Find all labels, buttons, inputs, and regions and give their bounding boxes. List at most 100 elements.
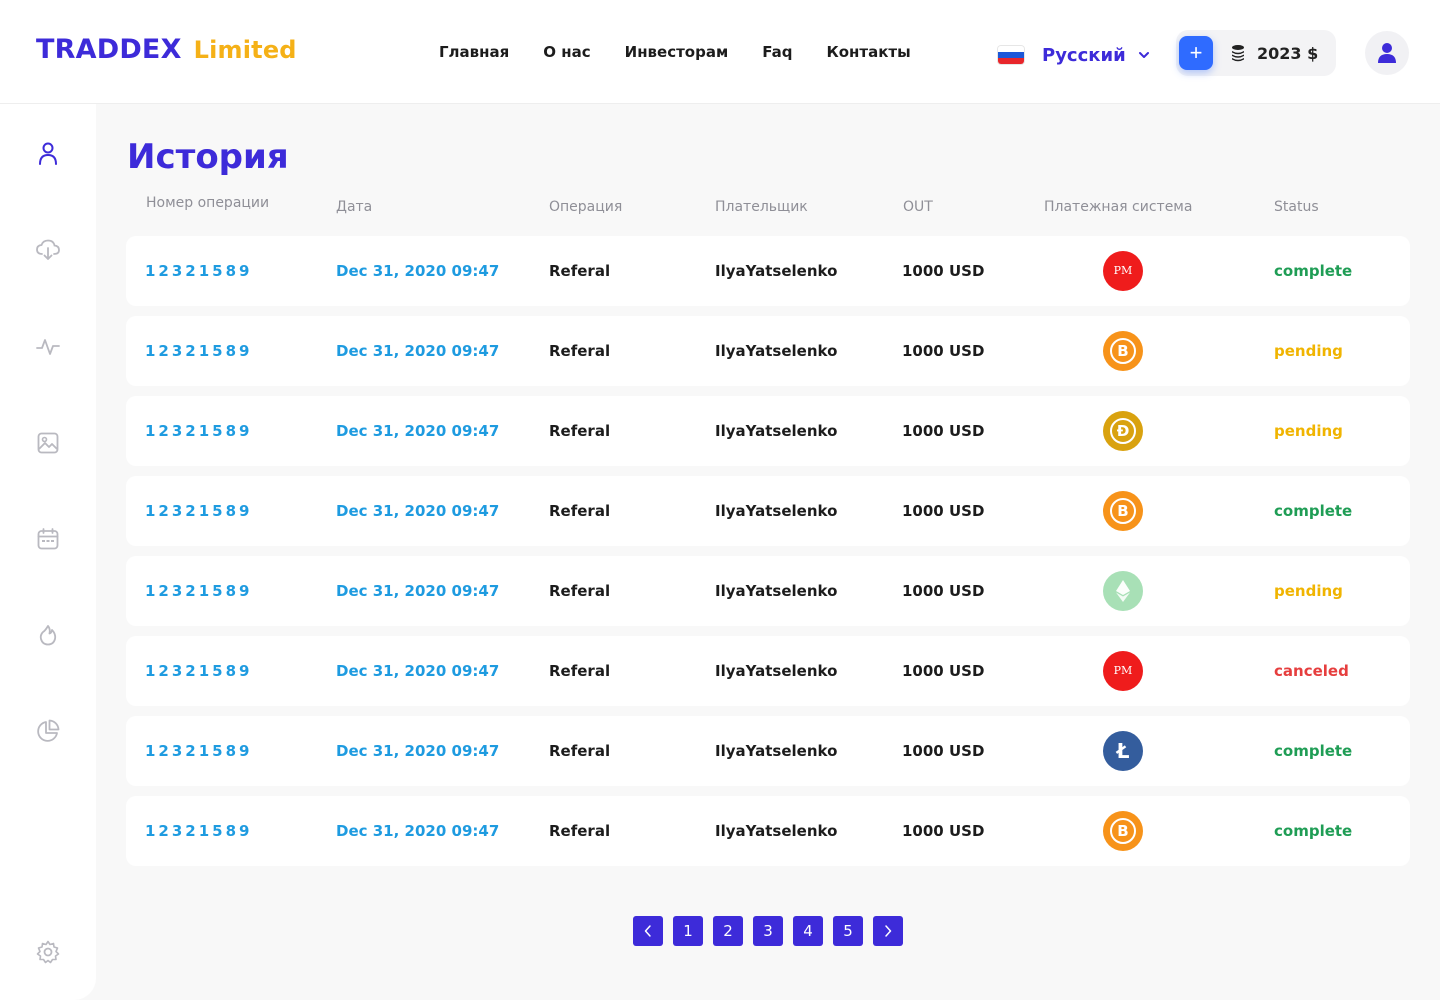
table-row[interactable]: 12321589 Dec 31, 2020 09:47 Referal IlyaYat… xyxy=(126,316,1410,386)
cloud-download-icon[interactable] xyxy=(36,238,60,262)
page-button-1[interactable]: 1 xyxy=(673,916,703,946)
col-payment-system: Платежная система xyxy=(1044,199,1193,215)
payment-label: PM xyxy=(1113,264,1133,277)
balance-widget: + 2023 $ xyxy=(1176,30,1336,76)
language-label: Русский xyxy=(1042,44,1126,66)
activity-icon[interactable] xyxy=(36,335,60,359)
col-date: Дата xyxy=(336,199,373,215)
page-button-4[interactable]: 4 xyxy=(793,916,823,946)
coins-icon xyxy=(1232,45,1244,62)
page-button-2[interactable]: 2 xyxy=(713,916,743,946)
table-row[interactable]: 12321589 Dec 31, 2020 09:47 Referal IlyaYat… xyxy=(126,796,1410,866)
nav-home[interactable]: Главная xyxy=(439,43,509,61)
payment-label: PM xyxy=(1113,664,1133,677)
operation-type: Referal xyxy=(549,342,611,360)
prev-page-button[interactable] xyxy=(633,916,663,946)
history-table: 12321589 Dec 31, 2020 09:47 Referal IlyaYat… xyxy=(126,236,1410,876)
operation-type: Referal xyxy=(549,422,611,440)
operation-date[interactable]: Dec 31, 2020 09:47 xyxy=(336,796,499,866)
payment-system-cell: B xyxy=(1103,491,1143,531)
operation-number[interactable]: 12321589 xyxy=(145,796,253,866)
operation-date[interactable]: Dec 31, 2020 09:47 xyxy=(336,556,499,626)
payment-label: B xyxy=(1117,822,1129,840)
out-amount: 1000 USD xyxy=(902,742,985,760)
table-row[interactable]: 12321589 Dec 31, 2020 09:47 Referal IlyaYat… xyxy=(126,556,1410,626)
fire-icon[interactable] xyxy=(36,623,60,647)
operation-number[interactable]: 12321589 xyxy=(145,556,253,626)
payment-system-cell: Đ xyxy=(1103,411,1143,451)
balance-value: 2023 $ xyxy=(1257,43,1319,63)
user-icon xyxy=(1378,43,1396,63)
logo-brand: TRADDEX xyxy=(36,34,182,65)
operation-number[interactable]: 12321589 xyxy=(145,636,253,706)
payment-system-cell: PM xyxy=(1103,651,1143,691)
payment-system-cell: Ł xyxy=(1103,731,1143,771)
table-row[interactable]: 12321589 Dec 31, 2020 09:47 Referal IlyaYat… xyxy=(126,476,1410,546)
out-amount: 1000 USD xyxy=(902,262,985,280)
payment-label: B xyxy=(1117,502,1129,520)
payer-name: IlyaYatselenko xyxy=(715,422,838,440)
table-row[interactable]: 12321589 Dec 31, 2020 09:47 Referal IlyaYat… xyxy=(126,236,1410,306)
payment-label: B xyxy=(1117,342,1129,360)
operation-type: Referal xyxy=(549,662,611,680)
payer-name: IlyaYatselenko xyxy=(715,262,838,280)
operation-number[interactable]: 12321589 xyxy=(145,236,253,306)
operation-date[interactable]: Dec 31, 2020 09:47 xyxy=(336,476,499,546)
bitcoin-icon: B xyxy=(1103,331,1143,371)
col-payer: Плательщик xyxy=(715,199,808,215)
calendar-icon[interactable] xyxy=(36,527,60,551)
ethereum-icon xyxy=(1103,571,1143,611)
status-badge: complete xyxy=(1274,742,1353,760)
nav-investors[interactable]: Инвесторам xyxy=(625,43,729,61)
payment-label: Ł xyxy=(1116,739,1130,763)
operation-date[interactable]: Dec 31, 2020 09:47 xyxy=(336,396,499,466)
table-row[interactable]: 12321589 Dec 31, 2020 09:47 Referal IlyaYat… xyxy=(126,716,1410,786)
table-row[interactable]: 12321589 Dec 31, 2020 09:47 Referal IlyaYat… xyxy=(126,636,1410,706)
image-icon[interactable] xyxy=(36,431,60,455)
page-button-5[interactable]: 5 xyxy=(833,916,863,946)
next-page-button[interactable] xyxy=(873,916,903,946)
out-amount: 1000 USD xyxy=(902,342,985,360)
out-amount: 1000 USD xyxy=(902,582,985,600)
payer-name: IlyaYatselenko xyxy=(715,582,838,600)
page-button-3[interactable]: 3 xyxy=(753,916,783,946)
out-amount: 1000 USD xyxy=(902,502,985,520)
settings-icon[interactable] xyxy=(36,940,60,964)
nav-about[interactable]: О нас xyxy=(543,43,590,61)
litecoin-icon: Ł xyxy=(1103,731,1143,771)
operation-number[interactable]: 12321589 xyxy=(145,316,253,386)
table-row[interactable]: 12321589 Dec 31, 2020 09:47 Referal IlyaYat… xyxy=(126,396,1410,466)
user-avatar[interactable] xyxy=(1365,31,1409,75)
add-funds-button[interactable]: + xyxy=(1179,36,1213,70)
operation-number[interactable]: 12321589 xyxy=(145,476,253,546)
operation-date[interactable]: Dec 31, 2020 09:47 xyxy=(336,636,499,706)
out-amount: 1000 USD xyxy=(902,422,985,440)
payer-name: IlyaYatselenko xyxy=(715,342,838,360)
status-badge: canceled xyxy=(1274,662,1349,680)
sidebar xyxy=(0,104,96,1000)
operation-number[interactable]: 12321589 xyxy=(145,396,253,466)
operation-date[interactable]: Dec 31, 2020 09:47 xyxy=(336,316,499,386)
operation-date[interactable]: Dec 31, 2020 09:47 xyxy=(336,716,499,786)
page-title: История xyxy=(127,137,289,177)
payment-system-cell: PM xyxy=(1103,251,1143,291)
operation-number[interactable]: 12321589 xyxy=(145,716,253,786)
out-amount: 1000 USD xyxy=(902,822,985,840)
status-badge: complete xyxy=(1274,502,1353,520)
operation-type: Referal xyxy=(549,822,611,840)
out-amount: 1000 USD xyxy=(902,662,985,680)
col-status: Status xyxy=(1274,199,1319,215)
language-select[interactable]: Русский xyxy=(998,40,1150,70)
payer-name: IlyaYatselenko xyxy=(715,662,838,680)
operation-date[interactable]: Dec 31, 2020 09:47 xyxy=(336,236,499,306)
logo[interactable]: TRADDEX Limited xyxy=(36,34,297,65)
pagination: 1 2 3 4 5 xyxy=(633,916,903,946)
nav-contacts[interactable]: Контакты xyxy=(826,43,910,61)
chevron-right-icon xyxy=(885,925,892,937)
profile-icon[interactable] xyxy=(36,142,60,166)
nav-faq[interactable]: Faq xyxy=(762,43,792,61)
operation-type: Referal xyxy=(549,262,611,280)
russia-flag-icon xyxy=(998,46,1024,64)
pie-chart-icon[interactable] xyxy=(36,719,60,743)
status-badge: pending xyxy=(1274,422,1343,440)
